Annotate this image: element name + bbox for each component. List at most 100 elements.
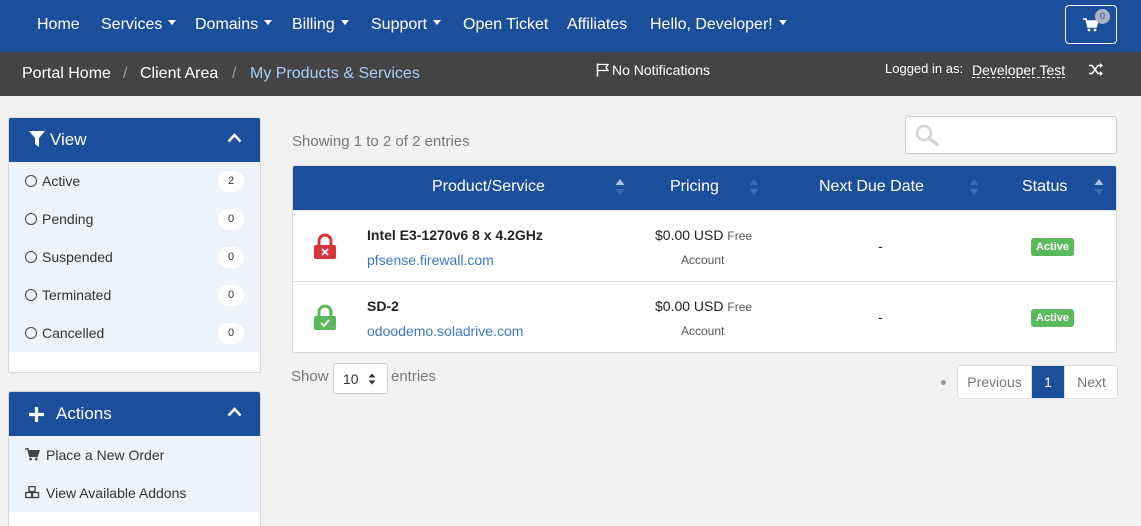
price-amount: $0.00 USD (655, 298, 724, 314)
column-pricing[interactable]: Pricing (670, 166, 719, 208)
breadcrumb-client-area[interactable]: Client Area (140, 52, 218, 96)
filter-count-badge: 2 (218, 171, 244, 192)
shuffle-icon[interactable] (1089, 63, 1103, 76)
table-search[interactable] (905, 116, 1117, 154)
nav-account-label: Hello, Developer! (650, 16, 773, 33)
nav-home[interactable]: Home (37, 0, 80, 52)
filter-item-label: Suspended (42, 249, 113, 265)
table-header: Product/Service Pricing Next Due Date St… (293, 166, 1116, 210)
table-row[interactable]: SD-2 odoodemo.soladrive.com $0.00 USD Fr… (293, 281, 1116, 352)
cart-count-badge: 0 (1095, 9, 1110, 24)
filter-item-terminated[interactable]: Terminated 0 (9, 276, 260, 314)
nav-affiliates[interactable]: Affiliates (567, 0, 627, 52)
cart-button[interactable]: 0 (1065, 5, 1117, 44)
product-price: $0.00 USD Free (655, 298, 752, 314)
product-domain-link[interactable]: pfsense.firewall.com (367, 252, 494, 268)
actions-panel-header[interactable]: Actions (9, 392, 260, 436)
price-note: Free (727, 300, 753, 314)
radio-circle-icon (25, 289, 37, 301)
caret-down-icon (778, 20, 787, 26)
action-view-addons[interactable]: View Available Addons (9, 474, 260, 512)
price-note-2: Account (681, 253, 725, 267)
product-name: SD-2 (367, 298, 399, 314)
action-label: Place a New Order (46, 447, 165, 463)
filter-item-label: Pending (42, 211, 94, 227)
price-amount: $0.00 USD (655, 227, 724, 243)
sort-icon[interactable] (1094, 178, 1104, 196)
price-note-2: Account (681, 324, 725, 338)
page-length-select[interactable]: 10 (333, 363, 388, 394)
filter-item-label: Active (42, 173, 81, 189)
nav-domains-label: Domains (195, 16, 259, 33)
sort-asc-icon[interactable] (615, 178, 625, 196)
nav-account-menu[interactable]: Hello, Developer! (650, 0, 787, 52)
product-name: Intel E3-1270v6 8 x 4.2GHz (367, 227, 543, 243)
sort-icon[interactable] (749, 178, 759, 196)
product-domain-link[interactable]: odoodemo.soladrive.com (367, 323, 523, 339)
filter-item-active[interactable]: Active 2 (9, 162, 260, 200)
cart-icon (25, 448, 40, 461)
page-length-value: 10 (343, 371, 359, 387)
radio-circle-icon (25, 213, 37, 225)
table-row[interactable]: Intel E3-1270v6 8 x 4.2GHz pfsense.firew… (293, 210, 1116, 281)
pagination-previous[interactable]: Previous (958, 366, 1032, 398)
search-input[interactable] (942, 123, 1112, 147)
nav-affiliates-label: Affiliates (567, 16, 628, 33)
filter-item-pending[interactable]: Pending 0 (9, 200, 260, 238)
price-note: Free (727, 229, 753, 243)
filter-item-label: Cancelled (42, 325, 105, 341)
filter-count-badge: 0 (218, 247, 244, 268)
filter-item-suspended[interactable]: Suspended 0 (9, 238, 260, 276)
status-badge: Active (1031, 238, 1075, 256)
search-icon (915, 124, 939, 146)
nav-open-ticket[interactable]: Open Ticket (463, 0, 548, 52)
pagination-page-1[interactable]: 1 (1032, 366, 1064, 398)
caret-down-icon (340, 20, 349, 26)
nav-support[interactable]: Support (371, 0, 442, 52)
cubes-icon (25, 486, 40, 499)
caret-down-icon (264, 20, 273, 26)
view-panel-header[interactable]: View (9, 118, 260, 162)
breadcrumb-separator: / (123, 65, 128, 82)
nav-domains[interactable]: Domains (195, 0, 273, 52)
nav-services[interactable]: Services (101, 0, 177, 52)
action-label: View Available Addons (46, 485, 187, 501)
status-badge: Active (1031, 309, 1075, 327)
nav-support-label: Support (371, 16, 428, 33)
nav-open-ticket-label: Open Ticket (463, 16, 549, 33)
nav-home-label: Home (37, 16, 80, 33)
column-status[interactable]: Status (1022, 166, 1067, 208)
nav-billing[interactable]: Billing (292, 0, 349, 52)
pagination: Previous 1 Next (957, 365, 1118, 399)
product-price: $0.00 USD Free (655, 227, 752, 243)
filter-item-cancelled[interactable]: Cancelled 0 (9, 314, 260, 352)
column-product-service[interactable]: Product/Service (432, 166, 545, 208)
filter-icon (29, 131, 45, 147)
filter-item-label: Terminated (42, 287, 112, 303)
next-due-date: - (878, 309, 883, 325)
action-place-new-order[interactable]: Place a New Order (9, 436, 260, 474)
radio-circle-icon (25, 327, 37, 339)
filter-count-badge: 0 (218, 285, 244, 306)
logged-in-user[interactable]: Developer Test (972, 52, 1066, 78)
actions-panel: Actions Place a New Order View Available… (8, 391, 261, 526)
breadcrumb-portal-home[interactable]: Portal Home (22, 52, 111, 96)
caret-down-icon (433, 20, 442, 26)
column-next-due-date[interactable]: Next Due Date (819, 166, 924, 208)
chevron-up-icon[interactable] (227, 133, 242, 143)
logged-in-label: Logged in as: (885, 61, 964, 76)
notifications-link[interactable]: No Notifications (596, 52, 710, 88)
view-panel-title: View (50, 130, 87, 149)
radio-circle-icon (25, 175, 37, 187)
plus-icon (29, 407, 44, 422)
next-due-date: - (878, 238, 883, 254)
pagination-dot (941, 380, 946, 385)
nav-billing-label: Billing (292, 16, 335, 33)
sort-icon[interactable] (969, 178, 979, 196)
unlocked-green-icon (314, 304, 336, 330)
flag-icon (596, 63, 610, 77)
nav-services-label: Services (101, 16, 163, 33)
chevron-up-icon[interactable] (227, 407, 242, 417)
pagination-next[interactable]: Next (1064, 366, 1117, 398)
breadcrumb-bar: Portal Home / Client Area / My Products … (0, 52, 1141, 96)
